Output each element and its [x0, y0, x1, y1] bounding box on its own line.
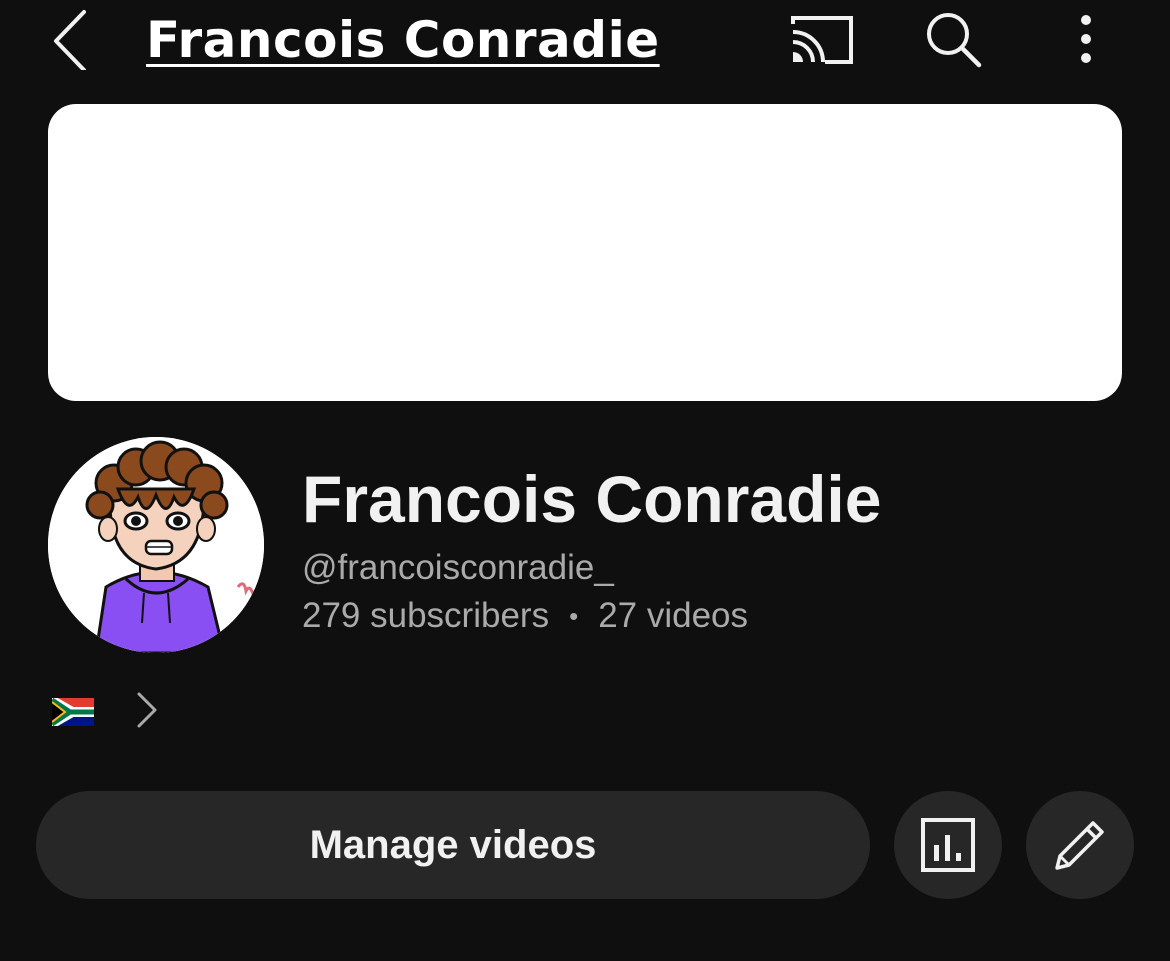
back-button[interactable]	[40, 6, 100, 72]
cartoon-avatar-image	[48, 437, 264, 653]
country-flag[interactable]	[52, 690, 94, 734]
channel-handle: @francoisconradie_	[302, 548, 614, 587]
manage-videos-label: Manage videos	[309, 822, 597, 867]
cast-button[interactable]	[784, 10, 860, 70]
channel-page: Francois Conradie Francois Conradie @fra…	[0, 0, 1170, 961]
top-app-bar: Francois Conradie	[0, 0, 1170, 90]
subscriber-count: 279 subscribers	[302, 596, 550, 635]
edit-channel-button[interactable]	[1026, 791, 1134, 899]
header-title[interactable]: Francois Conradie	[146, 2, 660, 74]
search-button[interactable]	[918, 6, 988, 72]
search-icon	[927, 13, 982, 68]
south-africa-flag-icon	[52, 698, 94, 726]
analytics-button[interactable]	[894, 791, 1002, 899]
channel-avatar[interactable]	[48, 437, 264, 653]
channel-banner[interactable]	[48, 104, 1122, 401]
pencil-icon	[1055, 821, 1104, 870]
cast-icon	[791, 16, 853, 64]
stats-separator: •	[569, 601, 579, 631]
video-count: 27 videos	[598, 596, 749, 635]
chevron-right-icon	[137, 692, 157, 728]
channel-name: Francois Conradie	[302, 462, 882, 536]
back-icon	[54, 10, 86, 70]
channel-about-chevron[interactable]	[130, 688, 164, 732]
more-options-button[interactable]	[1060, 6, 1112, 72]
manage-videos-button[interactable]: Manage videos	[36, 791, 870, 899]
channel-stats: 279 subscribers • 27 videos	[302, 594, 748, 638]
more-vert-icon	[1081, 15, 1091, 63]
analytics-icon	[921, 818, 975, 872]
